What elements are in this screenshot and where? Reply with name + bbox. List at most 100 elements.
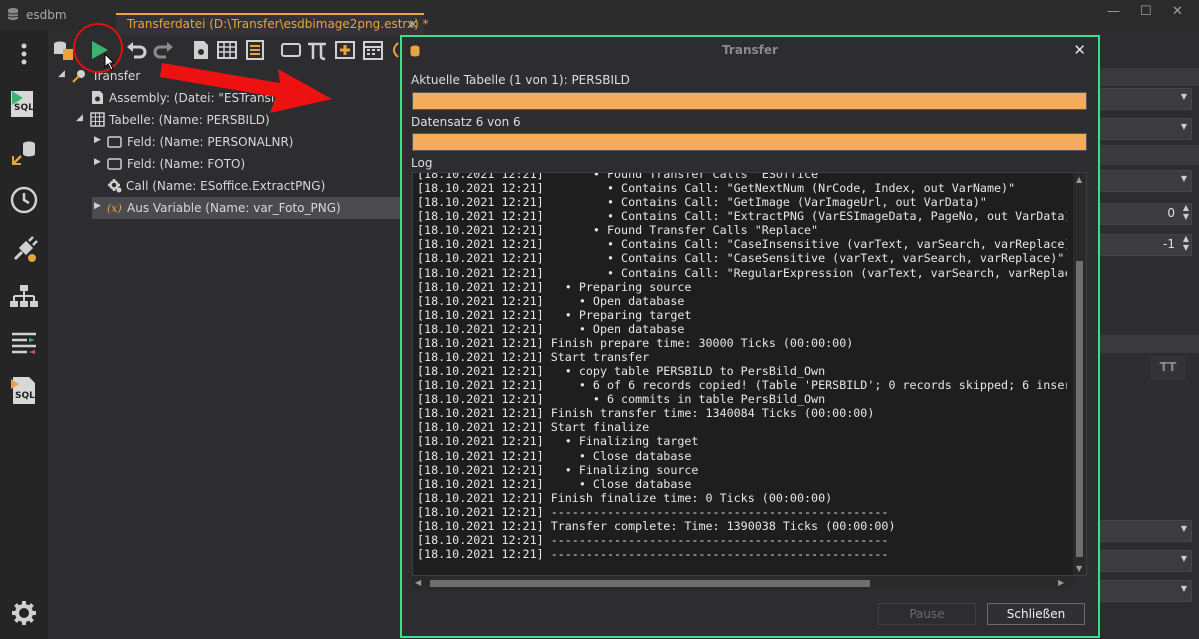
db-properties-icon[interactable] <box>52 39 74 61</box>
log-line: [18.10.2021 12:21] Start finalize <box>417 420 650 435</box>
field-icon <box>107 136 122 148</box>
horizontal-scrollbar[interactable]: ◀ ▶ <box>412 576 1074 590</box>
value-stepper[interactable]: -1 ▲ ▼ <box>1098 234 1192 256</box>
scroll-down-icon[interactable]: ▼ <box>1076 564 1082 573</box>
more-icon[interactable] <box>9 39 39 69</box>
database-icon <box>7 8 19 20</box>
sql-file-label: SQL <box>15 391 35 401</box>
log-line: [18.10.2021 12:21] • Preparing source <box>417 279 692 294</box>
log-line: [18.10.2021 12:21] • Contains Call: "Cas… <box>417 237 1067 252</box>
chevron-down-icon: ▼ <box>1180 122 1187 131</box>
value-stepper[interactable]: 0 ▲ ▼ <box>1098 203 1192 225</box>
log-line: [18.10.2021 12:21] • Contains Call: "Get… <box>417 181 1016 196</box>
scroll-left-icon[interactable]: ◀ <box>415 578 421 587</box>
collapse-arrow-icon[interactable]: ▶ <box>94 157 101 167</box>
dialog-close-icon[interactable]: ✕ <box>1073 41 1086 59</box>
log-line: [18.10.2021 12:21] • copy table PERSBILD… <box>417 364 826 379</box>
dialog-title: Transfer <box>722 43 778 57</box>
record-label: Datensatz 6 von 6 <box>411 115 521 129</box>
stepper-arrows-icon[interactable]: ▲ ▼ <box>1183 203 1189 221</box>
vertical-scroll-thumb[interactable] <box>1076 261 1083 557</box>
vertical-scrollbar[interactable]: ▲ ▼ <box>1073 173 1086 575</box>
scroll-up-icon[interactable]: ▲ <box>1076 175 1082 184</box>
gear-icon <box>108 179 122 193</box>
clock-icon[interactable] <box>9 185 39 215</box>
log-line: [18.10.2021 12:21] Finish prepare time: … <box>417 335 854 350</box>
font-style-button[interactable]: TT <box>1150 356 1186 380</box>
sql-run-icon[interactable]: SQL <box>9 88 39 118</box>
log-line: [18.10.2021 12:21] Start transfer <box>417 350 650 365</box>
close-button[interactable]: Schließen <box>987 603 1085 625</box>
log-line: [18.10.2021 12:21] • 6 commits in table … <box>417 392 826 407</box>
property-dropdown[interactable]: ▼ <box>1098 550 1192 572</box>
log-line: [18.10.2021 12:21] Transfer complete: Ti… <box>417 518 896 533</box>
document-tab[interactable]: Transferdatei (D:\Transfer\esdbimage2png… <box>116 13 429 35</box>
stepper-arrows-icon[interactable]: ▲ ▼ <box>1183 234 1189 252</box>
log-line: [18.10.2021 12:21] ---------------------… <box>417 533 889 548</box>
transfer-dialog: Transfer ✕ Aktuelle Tabelle (1 von 1): P… <box>400 35 1100 638</box>
maximize-button[interactable]: ☐ <box>1140 4 1152 19</box>
chevron-down-icon: ▼ <box>1180 584 1187 593</box>
tree-item-call[interactable]: Call (Name: ESoffice.ExtractPNG) <box>107 176 397 196</box>
scroll-right-icon[interactable]: ▶ <box>1058 578 1064 587</box>
property-dropdown[interactable]: ▼ <box>1098 170 1192 192</box>
sql-file-icon[interactable]: SQL <box>9 375 39 405</box>
sql-label: SQL <box>14 103 34 113</box>
current-table-label: Aktuelle Tabelle (1 von 1): PERSBILD <box>411 73 630 87</box>
property-dropdown[interactable]: ▼ <box>1098 580 1192 602</box>
gear-icon[interactable] <box>9 598 39 628</box>
log-line: [18.10.2021 12:21] • Contains Call: "Reg… <box>417 265 1067 280</box>
minimize-button[interactable]: — <box>1107 4 1120 19</box>
stepper-value: 0 <box>1167 206 1175 220</box>
transfer-icon[interactable] <box>9 138 39 168</box>
tree-item-out-variable[interactable]: ▶ (x) Aus Variable (Name: var_Foto_PNG) <box>92 197 400 219</box>
expand-arrow-icon[interactable]: ◢ <box>58 69 65 79</box>
annotation-arrow-icon <box>160 63 332 113</box>
log-line: [18.10.2021 12:21] • Finalizing target <box>417 434 699 449</box>
window-close-button[interactable]: ✕ <box>1172 4 1183 19</box>
expand-arrow-icon[interactable]: ◢ <box>76 113 83 123</box>
assembly-icon <box>92 91 103 104</box>
variable-icon: (x) <box>107 202 122 215</box>
log-line: [18.10.2021 12:21] • Contains Call: "Get… <box>417 195 987 210</box>
tree-item-field-foto[interactable]: ▶ Feld: (Name: FOTO) <box>92 154 392 174</box>
log-line: [18.10.2021 12:21] • 6 of 6 records copi… <box>417 378 1067 393</box>
svg-text:(x): (x) <box>107 202 122 215</box>
transfer-node-icon <box>72 70 85 83</box>
tree-item-label: Feld: (Name: FOTO) <box>127 157 246 171</box>
tree-item-label: Tabelle: (Name: PERSBILD) <box>109 113 270 127</box>
tree-item-label: Call (Name: ESoffice.ExtractPNG) <box>126 179 326 193</box>
property-dropdown[interactable]: ▼ <box>1098 520 1192 542</box>
property-dropdown[interactable]: ▼ <box>1098 118 1192 140</box>
panel-header <box>1098 68 1199 86</box>
collapse-arrow-icon[interactable]: ▶ <box>94 135 101 145</box>
log-line: [18.10.2021 12:21] • Contains Call: "Cas… <box>417 251 1065 266</box>
hierarchy-icon[interactable] <box>9 282 39 312</box>
transfer-tree: ◢ Transfer Assembly: (Datei: "ESTransfer… <box>48 65 400 639</box>
tree-item-field-personalnr[interactable]: ▶ Feld: (Name: PERSONALNR) <box>92 132 392 152</box>
chevron-down-icon: ▼ <box>1180 524 1187 533</box>
log-line: [18.10.2021 12:21] • Preparing target <box>417 307 692 322</box>
property-dropdown[interactable]: ▼ <box>1098 88 1192 110</box>
record-progress-bar <box>412 133 1087 151</box>
tree-item-label: Aus Variable (Name: var_Foto_PNG) <box>127 201 341 215</box>
collapse-arrow-icon[interactable]: ▶ <box>94 201 101 211</box>
chevron-down-icon: ▼ <box>1180 174 1187 183</box>
log-output[interactable]: [18.10.2021 12:21] • Found Transfer Call… <box>412 172 1087 576</box>
log-line: [18.10.2021 12:21] ---------------------… <box>417 504 889 519</box>
log-line: [18.10.2021 12:21] • Found Transfer Call… <box>417 223 819 238</box>
variable-icon[interactable] <box>388 39 400 61</box>
log-line: [18.10.2021 12:21] Finish finalize time:… <box>417 490 833 505</box>
field-icon <box>107 158 122 170</box>
mouse-cursor-icon <box>104 53 116 71</box>
table-progress-bar <box>412 92 1087 110</box>
stepper-value: -1 <box>1163 237 1175 251</box>
close-icon[interactable]: × <box>408 17 418 31</box>
compare-icon[interactable] <box>9 328 39 358</box>
calendar-icon[interactable] <box>362 39 384 61</box>
undo-icon[interactable] <box>126 39 148 61</box>
pause-button[interactable]: Pause <box>878 603 976 625</box>
plugin-icon[interactable] <box>9 235 39 265</box>
log-line: [18.10.2021 12:21] • Close database <box>417 448 692 463</box>
horizontal-scroll-thumb[interactable] <box>430 580 870 587</box>
